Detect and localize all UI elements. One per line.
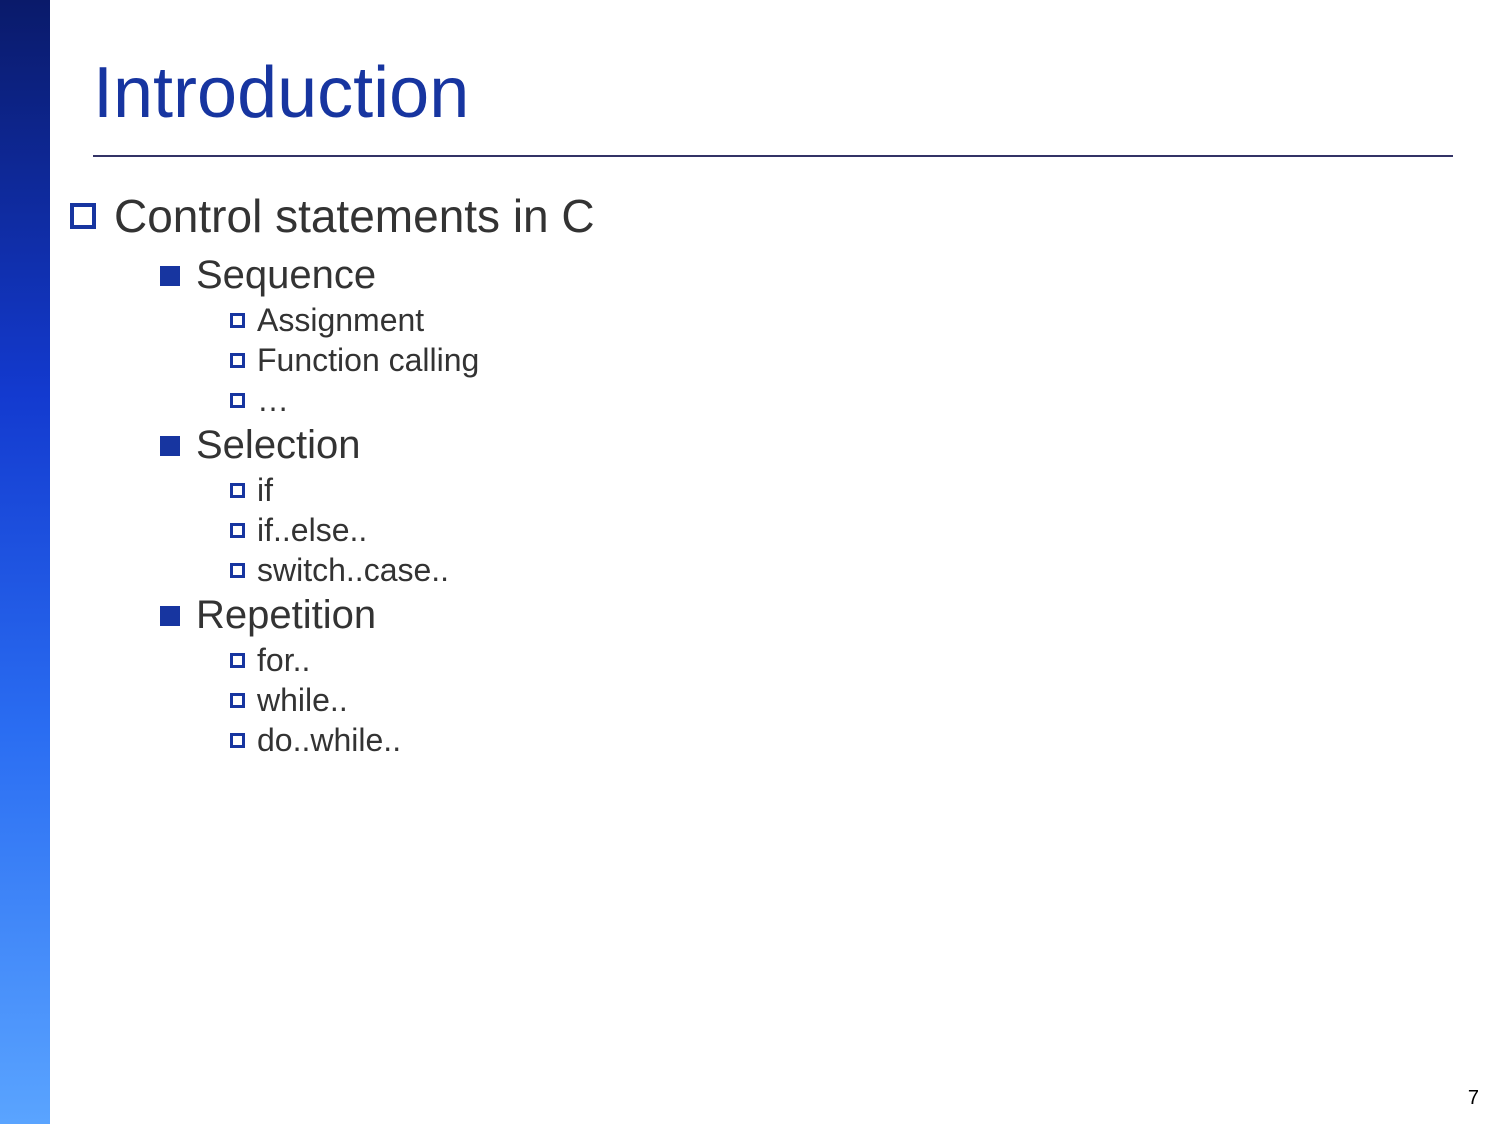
level3-text: Function calling — [257, 342, 479, 379]
level3-text: do..while.. — [257, 722, 401, 759]
level3-text: for.. — [257, 642, 310, 679]
side-gradient-strip — [0, 0, 50, 1124]
hollow-square-icon — [230, 483, 245, 498]
list-item: Assignment — [230, 302, 1450, 339]
list-item: if..else.. — [230, 512, 1450, 549]
hollow-square-icon — [70, 203, 96, 229]
list-item: Repetition — [160, 593, 1450, 638]
level3-text: while.. — [257, 682, 348, 719]
list-item: … — [230, 382, 1450, 419]
level3-text: … — [257, 382, 289, 419]
level3-text: Assignment — [257, 302, 424, 339]
level3-text: switch..case.. — [257, 552, 449, 589]
hollow-square-icon — [230, 653, 245, 668]
level2-text: Selection — [196, 423, 361, 468]
list-item: Selection — [160, 423, 1450, 468]
list-item: Control statements in C — [70, 189, 1450, 243]
hollow-square-icon — [230, 353, 245, 368]
hollow-square-icon — [230, 523, 245, 538]
list-item: Sequence — [160, 253, 1450, 298]
list-item: Function calling — [230, 342, 1450, 379]
hollow-square-icon — [230, 313, 245, 328]
list-item: if — [230, 472, 1450, 509]
list-item: for.. — [230, 642, 1450, 679]
slide-title: Introduction — [93, 52, 469, 134]
hollow-square-icon — [230, 733, 245, 748]
filled-square-icon — [160, 266, 180, 286]
hollow-square-icon — [230, 563, 245, 578]
level2-text: Sequence — [196, 253, 376, 298]
page-number: 7 — [1468, 1087, 1479, 1110]
filled-square-icon — [160, 606, 180, 626]
slide-content: Control statements in C Sequence Assignm… — [70, 185, 1450, 762]
filled-square-icon — [160, 436, 180, 456]
list-item: while.. — [230, 682, 1450, 719]
hollow-square-icon — [230, 693, 245, 708]
level3-text: if — [257, 472, 273, 509]
hollow-square-icon — [230, 393, 245, 408]
list-item: do..while.. — [230, 722, 1450, 759]
title-underline — [93, 155, 1453, 157]
level2-text: Repetition — [196, 593, 376, 638]
list-item: switch..case.. — [230, 552, 1450, 589]
slide: Introduction Control statements in C Seq… — [0, 0, 1499, 1124]
level1-text: Control statements in C — [114, 189, 595, 243]
level3-text: if..else.. — [257, 512, 367, 549]
